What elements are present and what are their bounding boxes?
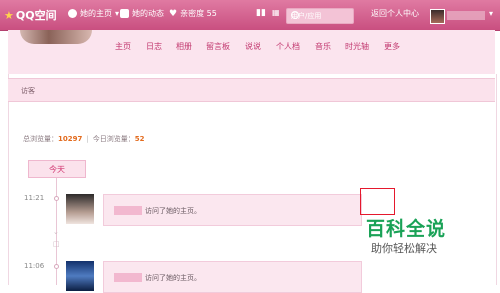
view-stats: 总浏览量：10297 | 今日浏览量：52	[23, 134, 144, 144]
today-views-value: 52	[134, 135, 145, 143]
visitor-avatar[interactable]	[66, 194, 94, 224]
home-icon	[68, 9, 77, 18]
nav-profile[interactable]: 个人档	[276, 41, 300, 52]
today-views-label: 今日浏览量：	[92, 135, 135, 143]
search-input[interactable]: 用户/应用	[286, 8, 354, 24]
entry-time: 11:06	[24, 262, 45, 270]
intimacy-link[interactable]: ♥ 亲密度 55	[169, 8, 217, 19]
section-title: 访客	[21, 87, 35, 95]
divider: |	[86, 135, 89, 143]
watermark-title: 百科全说	[366, 218, 447, 240]
highlight-box	[360, 188, 395, 215]
heart-icon: ♥	[169, 8, 178, 19]
visitor-name-blurred[interactable]	[114, 206, 142, 215]
account-center-link[interactable]: 返回个人中心	[371, 8, 419, 19]
entry-time: 11:21	[24, 194, 45, 202]
nav-guestbook[interactable]: 留言板	[206, 41, 230, 52]
visit-message: 访问了她的主页。	[145, 207, 201, 215]
her-homepage-link[interactable]: 她的主页 ▾	[68, 8, 119, 19]
nav-music[interactable]: 音乐	[315, 41, 331, 52]
nav-blog[interactable]: 日志	[146, 41, 162, 52]
nav-timeline[interactable]: 时光轴	[345, 41, 369, 52]
today-tab[interactable]: 今天	[28, 160, 86, 178]
chevron-down-icon[interactable]: ▾	[489, 9, 493, 18]
total-views-value: 10297	[58, 135, 83, 143]
list-item: 访问了她的主页。	[103, 261, 362, 293]
grid-icon[interactable]: ▦	[272, 8, 280, 17]
logo-text: QQ空间	[15, 9, 57, 22]
bar-chart-icon[interactable]: ▮▮	[256, 8, 266, 18]
search-icon[interactable]	[291, 11, 299, 19]
nav-home[interactable]: 主页	[115, 41, 131, 52]
timeline-dot	[54, 196, 59, 201]
intimacy-label: 亲密度 55	[180, 9, 217, 18]
star-icon: ★	[4, 8, 14, 22]
visitor-name-blurred[interactable]	[114, 273, 142, 282]
total-views-label: 总浏览量：	[23, 135, 58, 143]
nav-more[interactable]: 更多	[384, 41, 400, 52]
user-name-blurred	[447, 11, 485, 20]
qzone-logo[interactable]: ★ QQ空间	[4, 7, 57, 23]
avatar[interactable]	[430, 9, 445, 24]
nav-shuoshuo[interactable]: 说说	[245, 41, 261, 52]
timeline-dot	[54, 264, 59, 269]
visitors-section-header: 访客	[8, 78, 495, 102]
watermark: 百科全说 助你轻松解决	[366, 214, 492, 258]
her-homepage-label: 她的主页	[80, 9, 112, 18]
chevron-down-icon: ▾	[115, 9, 120, 18]
visit-message: 访问了她的主页。	[145, 274, 201, 282]
visitor-avatar[interactable]	[66, 261, 94, 291]
nav-album[interactable]: 相册	[176, 41, 192, 52]
main-nav: 主页 日志 相册 留言板 说说 个人档 音乐 时光轴 更多	[0, 41, 500, 53]
her-activity-label: 她的动态	[132, 9, 164, 18]
account-center-label: 返回个人中心	[371, 9, 419, 18]
watermark-subtitle: 助你轻松解决	[371, 242, 437, 255]
top-bar: ★ QQ空间 她的主页 ▾ 她的动态 ♥ 亲密度 55 ▮▮ ▦ 用户/应用 返…	[0, 0, 500, 31]
list-item: 访问了她的主页。	[103, 194, 362, 226]
timeline-marker: □	[53, 240, 60, 248]
her-activity-link[interactable]: 她的动态	[120, 8, 164, 19]
timeline-marker: ⌄	[53, 228, 59, 236]
bell-icon	[120, 9, 129, 18]
